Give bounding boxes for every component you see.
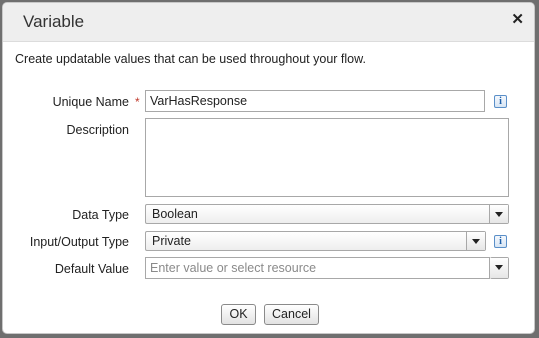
dialog-header: Variable ✕	[3, 3, 534, 42]
info-icon[interactable]: i	[494, 95, 507, 108]
dialog-title: Variable	[23, 12, 85, 31]
unique-name-input[interactable]	[145, 90, 485, 112]
chevron-down-icon[interactable]	[466, 232, 485, 250]
default-value-label: Default Value	[54, 262, 129, 276]
cancel-button[interactable]: Cancel	[264, 304, 319, 325]
default-value-input[interactable]	[145, 257, 490, 279]
info-icon[interactable]: i	[494, 235, 507, 248]
chevron-down-icon[interactable]	[490, 258, 508, 278]
chevron-down-icon[interactable]	[489, 205, 508, 223]
input-output-type-label: Input/Output Type	[29, 235, 129, 249]
input-output-type-value: Private	[152, 234, 191, 248]
data-type-select[interactable]: Boolean	[145, 204, 509, 224]
data-type-value: Boolean	[152, 207, 198, 221]
data-type-label: Data Type	[72, 208, 129, 222]
description-label: Description	[66, 123, 129, 137]
ok-button[interactable]: OK	[221, 304, 256, 325]
input-output-type-select[interactable]: Private	[145, 231, 486, 251]
unique-name-label: Unique Name	[52, 95, 129, 109]
required-marker: *	[135, 95, 140, 109]
dialog-description: Create updatable values that can be used…	[15, 52, 366, 66]
description-textarea[interactable]	[145, 118, 509, 197]
default-value-dropdown[interactable]	[490, 257, 509, 279]
variable-dialog: Variable ✕ Create updatable values that …	[2, 2, 535, 334]
close-icon[interactable]: ✕	[511, 10, 524, 28]
